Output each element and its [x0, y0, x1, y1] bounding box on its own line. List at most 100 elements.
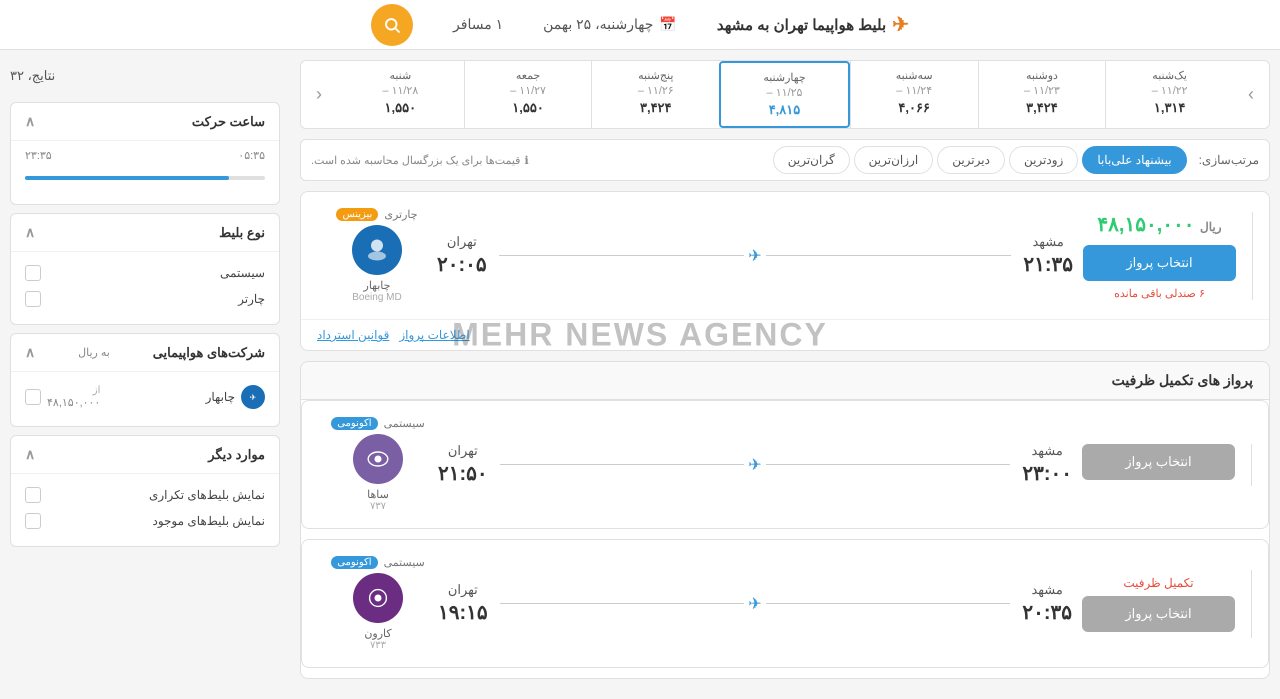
airline-checkbox[interactable] — [25, 389, 41, 405]
tag-class: بیزینس — [336, 208, 378, 221]
chevron-up-icon-3: ∧ — [25, 344, 35, 361]
day-price: ۱,۵۵۰ — [469, 100, 588, 116]
origin-city: تهران ۱۹:۱۵ — [438, 582, 488, 625]
sort-label: مرتب‌سازی: — [1199, 153, 1259, 167]
search-button[interactable] — [371, 4, 413, 46]
currency: ریال — [1200, 220, 1222, 234]
date-item-2[interactable]: سه‌شنبه ۱۱/۲۴ – ۴,۰۶۶ — [850, 61, 978, 128]
sort-btn-2[interactable]: دیرترین — [937, 146, 1005, 174]
flight-info: مشهد ۲۰:۳۵ ✈ تهران ۱۹:۱۵ سیستم — [318, 556, 1072, 651]
route: مشهد ۲۰:۳۵ ✈ تهران ۱۹:۱۵ — [438, 582, 1072, 625]
date-label: چهارشنبه، ۲۵ بهمن — [543, 16, 653, 33]
other-option-0: نمایش بلیط‌های تکراری — [25, 482, 265, 508]
filter-airlines-header[interactable]: شرکت‌های هواپیمایی به ریال ∧ — [11, 334, 279, 371]
date-item-0[interactable]: یک‌شنبه ۱۱/۲۲ – ۱,۳۱۴ — [1105, 61, 1233, 128]
select-flight-button[interactable]: انتخاب پرواز — [1082, 596, 1235, 632]
sort-btn-1[interactable]: زودترین — [1009, 146, 1078, 174]
date-item-3[interactable]: چهارشنبه ۱۱/۲۵ – ۴,۸۱۵ — [719, 61, 850, 128]
price-section: تکمیل ظرفیت انتخاب پرواز — [1082, 570, 1252, 638]
full-section-title: پرواز های تکمیل ظرفیت — [1112, 372, 1253, 388]
airplane-icon: ✈ — [748, 594, 761, 614]
filter-other-body: نمایش بلیط‌های تکراری نمایش بلیط‌های موج… — [11, 473, 279, 546]
day-name: دوشنبه — [983, 69, 1102, 82]
sort-bar: مرتب‌سازی: بیشنهاد علی‌بابازودتریندیرتری… — [300, 139, 1270, 181]
airline-name: ساها — [318, 488, 438, 501]
ticket-type-label: چارتر — [238, 292, 265, 306]
filter-other-title: موارد دیگر — [208, 447, 265, 463]
full-tag: تکمیل ظرفیت — [1082, 570, 1235, 596]
ticket-type-checkbox[interactable] — [25, 291, 41, 307]
other-option-1: نمایش بلیط‌های موجود — [25, 508, 265, 534]
filter-airlines-body: ✈ چابهار از ۴۸,۱۵۰,۰۰۰ — [11, 371, 279, 426]
date-nav-next[interactable]: ‹ — [301, 65, 337, 125]
flight-info: مشهد ۲۳:۰۰ ✈ تهران ۲۱:۵۰ سیستم — [318, 417, 1072, 512]
price-note-text: قیمت‌ها برای یک بزرگسال محاسبه شده است. — [311, 154, 520, 167]
flight-meta: سیستمی اکونومی کارون ۷۳۳ — [318, 556, 438, 651]
price-section: ریال ۴۸,۱۵۰,۰۰۰ انتخاب پرواز ۶ صندلی باق… — [1083, 212, 1253, 300]
filter-airlines: شرکت‌های هواپیمایی به ریال ∧ ✈ چابهار از… — [10, 333, 280, 427]
price-note: ℹ قیمت‌ها برای یک بزرگسال محاسبه شده است… — [311, 154, 529, 167]
airline-logo — [352, 225, 402, 275]
sort-btn-0[interactable]: بیشنهاد علی‌بابا — [1082, 146, 1186, 174]
airplane-icon: ✈ — [748, 246, 761, 266]
flight-tags: سیستمی اکونومی — [318, 417, 438, 430]
passengers-label: ۱ مسافر — [453, 16, 503, 33]
flight-info-link[interactable]: اطلاعات پرواز — [399, 328, 469, 342]
day-name: یک‌شنبه — [1110, 69, 1229, 82]
other-checkbox[interactable] — [25, 487, 41, 503]
ticket-type-option-1: چارتر — [25, 286, 265, 312]
route-title: بلیط هواپیما تهران به مشهد — [717, 16, 886, 34]
ticket-type-option-0: سیستمی — [25, 260, 265, 286]
tag-type: سیستمی — [384, 417, 425, 430]
airline-info: ✈ چابهار — [206, 385, 265, 409]
sort-btn-4[interactable]: گران‌ترین — [773, 146, 850, 174]
origin-city: تهران ۲۰:۰۵ — [437, 234, 487, 277]
date-item-1[interactable]: دوشنبه ۱۱/۲۳ – ۳,۴۲۴ — [978, 61, 1106, 128]
airline-logo — [353, 573, 403, 623]
day-date: ۱۱/۲۶ – — [596, 84, 715, 97]
flight-card-main: تکمیل ظرفیت انتخاب پرواز مشهد ۲۰:۳۵ ✈ ته — [302, 540, 1268, 667]
currency-label: به ریال — [78, 346, 110, 359]
flight-info: مشهد ۲۱:۳۵ ✈ تهران ۲۰:۰۵ چارتر — [317, 208, 1073, 303]
info-icon: ℹ — [524, 154, 528, 167]
route: مشهد ۲۱:۳۵ ✈ تهران ۲۰:۰۵ — [437, 234, 1073, 277]
date-nav: › یک‌شنبه ۱۱/۲۲ – ۱,۳۱۴ دوشنبه ۱۱/۲۳ – ۳… — [300, 60, 1270, 129]
flight-card-f3: تکمیل ظرفیت انتخاب پرواز مشهد ۲۰:۳۵ ✈ ته — [301, 539, 1269, 668]
plane-icon: ✈ — [892, 12, 909, 37]
airline-logo — [353, 434, 403, 484]
filter-other-header[interactable]: موارد دیگر ∧ — [11, 436, 279, 473]
select-flight-button[interactable]: انتخاب پرواز — [1083, 245, 1236, 281]
aircraft-type: ۷۳۷ — [318, 501, 438, 512]
filter-departure-time-header[interactable]: ساعت حرکت ∧ — [11, 103, 279, 140]
dest-city: مشهد ۲۰:۳۵ — [1022, 582, 1072, 625]
other-checkbox[interactable] — [25, 513, 41, 529]
price-section: انتخاب پرواز — [1082, 444, 1252, 486]
day-price: ۳,۴۲۴ — [596, 100, 715, 116]
day-date: ۱۱/۲۸ – — [341, 84, 460, 97]
sort-btn-3[interactable]: ارزان‌ترین — [854, 146, 934, 174]
select-flight-button[interactable]: انتخاب پرواز — [1082, 444, 1235, 480]
filter-departure-time: ساعت حرکت ∧ ۰۵:۳۵ ۲۳:۳۵ — [10, 102, 280, 205]
tag-class: اکونومی — [331, 556, 377, 569]
seats-left: ۶ صندلی باقی مانده — [1083, 287, 1236, 300]
range-slider[interactable] — [25, 168, 265, 188]
refund-policy-link[interactable]: قوانین استرداد — [317, 328, 389, 342]
filter-ticket-type-header[interactable]: نوع بلیط ∧ — [11, 214, 279, 251]
day-date: ۱۱/۲۵ – — [725, 86, 844, 99]
flight-line: ✈ — [499, 246, 1012, 266]
day-price: ۱,۳۱۴ — [1110, 100, 1229, 116]
date-item-5[interactable]: جمعه ۱۱/۲۷ – ۱,۵۵۰ — [464, 61, 592, 128]
chevron-up-icon-4: ∧ — [25, 446, 35, 463]
ticket-type-checkbox[interactable] — [25, 265, 41, 281]
other-label: نمایش بلیط‌های موجود — [152, 514, 265, 528]
airline-mini-name: چابهار — [206, 390, 235, 404]
full-capacity-section: انتخاب پرواز مشهد ۲۳:۰۰ ✈ تهران ۲۱:۵ — [300, 399, 1270, 679]
other-label: نمایش بلیط‌های تکراری — [149, 488, 265, 502]
filter-departure-body: ۰۵:۳۵ ۲۳:۳۵ — [11, 140, 279, 204]
date-item-6[interactable]: شنبه ۱۱/۲۸ – ۱,۵۵۰ — [337, 61, 464, 128]
date-nav-prev[interactable]: › — [1233, 65, 1269, 125]
flight-card-f1: ریال ۴۸,۱۵۰,۰۰۰ انتخاب پرواز ۶ صندلی باق… — [300, 191, 1270, 351]
flight-tags: چارتری بیزینس — [317, 208, 437, 221]
date-item-4[interactable]: پنج‌شنبه ۱۱/۲۶ – ۳,۴۲۴ — [591, 61, 719, 128]
calendar-icon: 📅 — [659, 16, 676, 33]
